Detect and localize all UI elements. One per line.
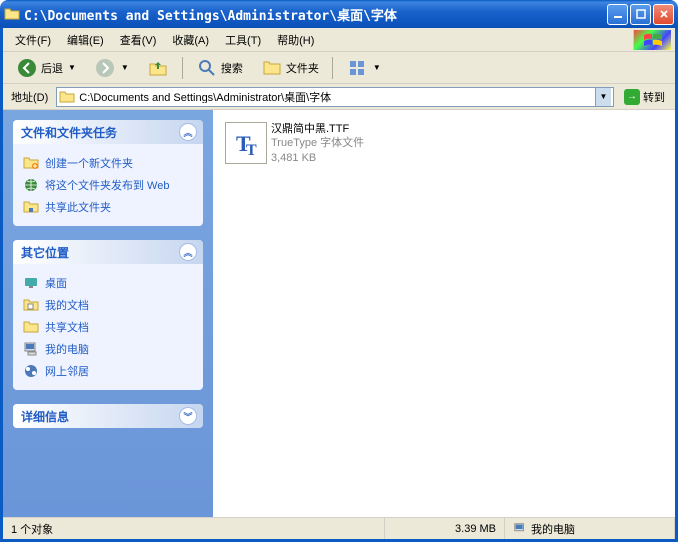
address-dropdown[interactable]: ▼ — [595, 88, 611, 106]
panel-header[interactable]: 详细信息 ︾ — [13, 404, 203, 428]
up-folder-icon — [147, 57, 169, 79]
task-label: 共享文档 — [45, 319, 89, 335]
svg-text:T: T — [246, 142, 257, 159]
go-label: 转到 — [643, 89, 665, 105]
status-bar: 1 个对象 3.39 MB 我的电脑 — [3, 517, 675, 539]
task-label: 网上邻居 — [45, 363, 89, 379]
forward-icon — [94, 57, 116, 79]
back-button[interactable]: 后退 ▼ — [9, 53, 83, 83]
sidebar: 文件和文件夹任务 ︽ 创建一个新文件夹 将这个文件夹发布到 Web 共享此文件夹 — [3, 110, 213, 517]
content-area: 文件和文件夹任务 ︽ 创建一个新文件夹 将这个文件夹发布到 Web 共享此文件夹 — [3, 110, 675, 517]
task-new-folder[interactable]: 创建一个新文件夹 — [23, 152, 193, 174]
computer-icon — [513, 522, 527, 536]
status-location-label: 我的电脑 — [531, 521, 575, 537]
search-label: 搜索 — [221, 60, 243, 76]
link-shared-docs[interactable]: 共享文档 — [23, 316, 193, 338]
truetype-font-icon: TT — [225, 122, 267, 164]
search-icon — [196, 57, 218, 79]
panel-file-tasks: 文件和文件夹任务 ︽ 创建一个新文件夹 将这个文件夹发布到 Web 共享此文件夹 — [13, 120, 203, 226]
task-share[interactable]: 共享此文件夹 — [23, 196, 193, 218]
panel-other-places: 其它位置 ︽ 桌面 我的文档 共享文档 — [13, 240, 203, 390]
toolbar: 后退 ▼ ▼ 搜索 文件夹 ▼ — [3, 52, 675, 84]
task-label: 我的电脑 — [45, 341, 89, 357]
share-folder-icon — [23, 199, 39, 215]
folders-button[interactable]: 文件夹 — [254, 53, 326, 83]
task-label: 桌面 — [45, 275, 67, 291]
menu-edit[interactable]: 编辑(E) — [59, 30, 112, 50]
new-folder-icon — [23, 155, 39, 171]
folders-icon — [261, 57, 283, 79]
link-network[interactable]: 网上邻居 — [23, 360, 193, 382]
panel-title: 详细信息 — [21, 408, 69, 425]
window-title: C:\Documents and Settings\Administrator\… — [24, 5, 607, 24]
chevron-down-icon: ▼ — [373, 63, 381, 72]
documents-icon — [23, 297, 39, 313]
views-icon — [346, 57, 368, 79]
address-bar: 地址(D) ▼ → 转到 — [3, 84, 675, 110]
status-objects: 1 个对象 — [3, 518, 385, 539]
toolbar-separator — [332, 57, 333, 79]
address-field: ▼ — [56, 87, 614, 107]
close-button[interactable] — [653, 4, 674, 25]
collapse-icon: ︽ — [179, 123, 197, 141]
computer-icon — [23, 341, 39, 357]
back-label: 后退 — [41, 60, 63, 76]
window-controls — [607, 4, 674, 25]
panel-header[interactable]: 文件和文件夹任务 ︽ — [13, 120, 203, 144]
file-view[interactable]: TT 汉鼎简中黑.TTF TrueType 字体文件 3,481 KB — [213, 110, 675, 517]
chevron-down-icon: ▼ — [121, 63, 129, 72]
task-label: 共享此文件夹 — [45, 199, 111, 215]
folder-icon — [59, 89, 75, 105]
task-label: 我的文档 — [45, 297, 89, 313]
globe-icon — [23, 177, 39, 193]
panel-details: 详细信息 ︾ — [13, 404, 203, 428]
menu-view[interactable]: 查看(V) — [112, 30, 165, 50]
address-label: 地址(D) — [7, 89, 52, 105]
maximize-button[interactable] — [630, 4, 651, 25]
menu-file[interactable]: 文件(F) — [7, 30, 59, 50]
link-mycomputer[interactable]: 我的电脑 — [23, 338, 193, 360]
link-mydocs[interactable]: 我的文档 — [23, 294, 193, 316]
expand-icon: ︾ — [179, 407, 197, 425]
shared-docs-icon — [23, 319, 39, 335]
views-button[interactable]: ▼ — [339, 53, 388, 83]
file-name: 汉鼎简中黑.TTF — [271, 122, 364, 136]
panel-title: 文件和文件夹任务 — [21, 124, 117, 141]
task-publish[interactable]: 将这个文件夹发布到 Web — [23, 174, 193, 196]
menu-bar: 文件(F) 编辑(E) 查看(V) 收藏(A) 工具(T) 帮助(H) — [3, 28, 675, 52]
go-button[interactable]: → 转到 — [618, 87, 671, 107]
minimize-button[interactable] — [607, 4, 628, 25]
menu-tools[interactable]: 工具(T) — [217, 30, 269, 50]
panel-header[interactable]: 其它位置 ︽ — [13, 240, 203, 264]
network-icon — [23, 363, 39, 379]
link-desktop[interactable]: 桌面 — [23, 272, 193, 294]
file-size: 3,481 KB — [271, 151, 364, 165]
address-input[interactable] — [75, 91, 595, 103]
up-button[interactable] — [140, 53, 176, 83]
toolbar-separator — [182, 57, 183, 79]
file-type: TrueType 字体文件 — [271, 136, 364, 150]
folder-icon — [4, 6, 20, 22]
title-bar: C:\Documents and Settings\Administrator\… — [0, 0, 678, 28]
go-icon: → — [624, 89, 640, 105]
status-size: 3.39 MB — [385, 518, 505, 539]
forward-button[interactable]: ▼ — [87, 53, 136, 83]
panel-title: 其它位置 — [21, 244, 69, 261]
folders-label: 文件夹 — [286, 60, 319, 76]
menu-help[interactable]: 帮助(H) — [269, 30, 322, 50]
status-location: 我的电脑 — [505, 518, 675, 539]
file-item[interactable]: TT 汉鼎简中黑.TTF TrueType 字体文件 3,481 KB — [223, 120, 423, 167]
windows-logo-icon — [633, 30, 671, 50]
chevron-down-icon: ▼ — [68, 63, 76, 72]
task-label: 将这个文件夹发布到 Web — [45, 177, 169, 193]
back-icon — [16, 57, 38, 79]
desktop-icon — [23, 275, 39, 291]
collapse-icon: ︽ — [179, 243, 197, 261]
search-button[interactable]: 搜索 — [189, 53, 250, 83]
menu-favorites[interactable]: 收藏(A) — [164, 30, 217, 50]
task-label: 创建一个新文件夹 — [45, 155, 133, 171]
file-info: 汉鼎简中黑.TTF TrueType 字体文件 3,481 KB — [271, 122, 364, 165]
